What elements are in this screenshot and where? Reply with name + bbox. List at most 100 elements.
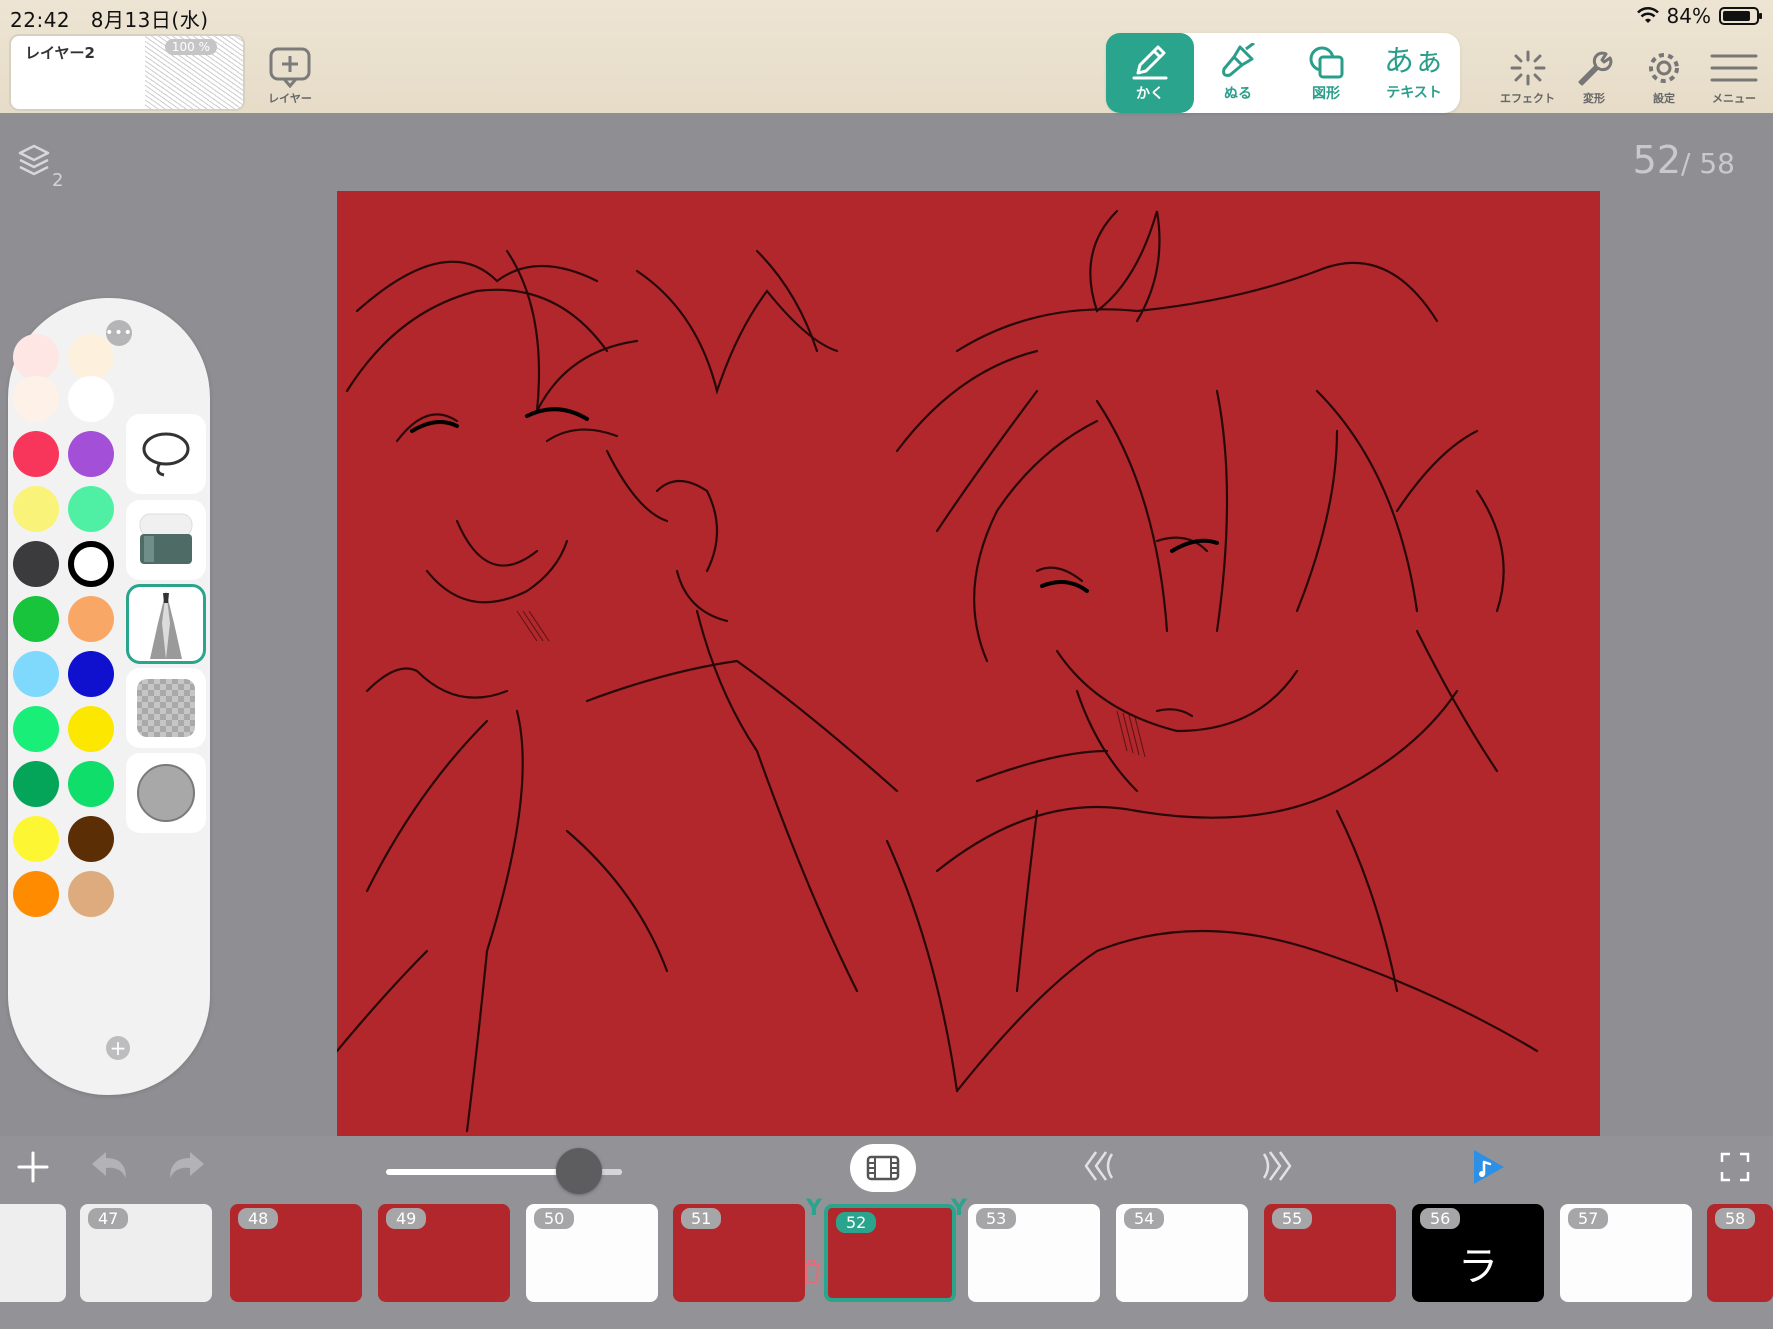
frame-number: 51 xyxy=(681,1208,722,1229)
play-button[interactable] xyxy=(1470,1148,1506,1186)
gear-icon xyxy=(1649,53,1679,83)
color-swatch[interactable] xyxy=(68,871,114,917)
sketch-artwork xyxy=(337,209,1539,1133)
color-swatch[interactable] xyxy=(13,541,59,587)
transparent-tool[interactable] xyxy=(126,668,206,748)
frame-number: 58 xyxy=(1715,1208,1756,1229)
tab-text-label: テキスト xyxy=(1386,85,1442,101)
next-frame-button[interactable] xyxy=(1258,1150,1294,1182)
redo-icon xyxy=(170,1152,204,1178)
frame-thumbnail[interactable]: 48 xyxy=(230,1204,362,1302)
frame-thumbnail[interactable]: 51 xyxy=(673,1204,805,1302)
color-swatch[interactable] xyxy=(68,334,114,380)
tab-text[interactable]: あぁ テキスト xyxy=(1370,33,1458,113)
layer-name: レイヤー2 xyxy=(25,44,95,62)
add-layer-button[interactable]: レイヤー xyxy=(268,46,312,106)
undo-icon xyxy=(92,1152,126,1178)
eraser-tool[interactable] xyxy=(126,500,206,580)
frame-glyph: ラ xyxy=(1458,1244,1498,1290)
color-swatch[interactable] xyxy=(13,596,59,642)
lasso-tool[interactable] xyxy=(126,414,206,494)
color-swatch[interactable] xyxy=(13,706,59,752)
color-swatch[interactable] xyxy=(68,486,114,532)
prev-frame-button[interactable] xyxy=(1082,1150,1118,1182)
fullscreen-button[interactable] xyxy=(1720,1152,1750,1182)
frame-thumbnail[interactable]: 53 xyxy=(968,1204,1100,1302)
tab-fill[interactable]: ぬる xyxy=(1194,33,1282,113)
page-counter: 52/ 58 xyxy=(1633,138,1735,182)
brush-size-tool[interactable] xyxy=(126,753,206,833)
frame-thumbnail[interactable]: 55 xyxy=(1264,1204,1396,1302)
transparency-icon xyxy=(137,679,195,737)
frame-number: 56 xyxy=(1420,1208,1461,1229)
color-swatch[interactable] xyxy=(13,334,59,380)
color-swatch[interactable] xyxy=(68,596,114,642)
color-swatch[interactable] xyxy=(68,651,114,697)
wrench-icon xyxy=(1578,51,1613,86)
current-layer-thumbnail[interactable]: レイヤー2 100 % xyxy=(9,34,245,111)
color-swatch[interactable] xyxy=(13,486,59,532)
layers-indicator[interactable]: 2 xyxy=(18,144,63,191)
add-frame-button[interactable] xyxy=(16,1150,50,1184)
frame-thumbnail[interactable]: 50 xyxy=(526,1204,658,1302)
frame-thumbnail[interactable]: 54 xyxy=(1116,1204,1248,1302)
color-swatch[interactable] xyxy=(68,431,114,477)
frame-filmstrip: 47 48 49 50 51 52 53 54 55 56 ラ 57 58 xyxy=(0,1204,1773,1304)
effect-button[interactable]: エフェクト xyxy=(1500,48,1555,106)
frame-number: 57 xyxy=(1568,1208,1609,1229)
frame-thumbnail[interactable]: 47 xyxy=(80,1204,212,1302)
tab-shape[interactable]: 図形 xyxy=(1282,33,1370,113)
color-swatch[interactable] xyxy=(68,816,114,862)
color-swatch-selected[interactable] xyxy=(68,541,114,587)
tab-draw-label: かく xyxy=(1136,86,1164,102)
tab-draw[interactable]: かく xyxy=(1106,33,1194,113)
tab-fill-label: ぬる xyxy=(1224,86,1252,102)
frame-thumbnail[interactable]: 58 xyxy=(1707,1204,1773,1302)
color-swatch[interactable] xyxy=(13,871,59,917)
zoom-slider-knob[interactable] xyxy=(556,1148,602,1194)
frame-thumbnail[interactable]: 56 ラ xyxy=(1412,1204,1544,1302)
color-swatch[interactable] xyxy=(68,706,114,752)
menu-button[interactable]: メニュー xyxy=(1710,50,1758,106)
film-view-button[interactable] xyxy=(850,1144,916,1192)
add-color-button[interactable]: + xyxy=(106,1036,130,1060)
battery-fill xyxy=(1723,11,1750,21)
settings-label: 設定 xyxy=(1653,92,1675,105)
brush-icon xyxy=(1222,43,1255,77)
effect-label: エフェクト xyxy=(1500,92,1555,105)
add-layer-icon xyxy=(269,47,311,88)
plus-icon xyxy=(17,1151,49,1183)
status-time: 22:42 8月13日(水) xyxy=(10,4,209,33)
undo-button[interactable] xyxy=(90,1148,130,1184)
frame-thumbnail[interactable]: 57 xyxy=(1560,1204,1692,1302)
frame-thumbnail[interactable] xyxy=(0,1204,66,1302)
top-bar: 22:42 8月13日(水) 84% レイヤー2 100 % レイヤー かく ぬ… xyxy=(0,0,1773,113)
color-swatch[interactable] xyxy=(13,816,59,862)
frame-number: 48 xyxy=(238,1208,279,1229)
palette-more-button[interactable]: ••• xyxy=(105,320,132,346)
transform-label: 変形 xyxy=(1583,92,1605,105)
frame-number: 53 xyxy=(976,1208,1017,1229)
redo-button[interactable] xyxy=(166,1148,206,1184)
settings-button[interactable]: 設定 xyxy=(1644,48,1684,106)
frame-thumbnail[interactable]: 49 xyxy=(378,1204,510,1302)
color-swatch[interactable] xyxy=(68,376,114,422)
layer-count: 2 xyxy=(52,170,64,191)
total-pages: / 58 xyxy=(1681,147,1735,180)
drawing-canvas[interactable] xyxy=(337,191,1600,1136)
color-swatch[interactable] xyxy=(13,761,59,807)
pen-tool[interactable] xyxy=(126,584,206,664)
clock-date: 8月13日(水) xyxy=(90,8,209,32)
pencil-icon xyxy=(1132,45,1168,80)
color-swatch[interactable] xyxy=(13,376,59,422)
color-swatch[interactable] xyxy=(13,651,59,697)
current-page: 52 xyxy=(1632,138,1682,182)
play-music-icon xyxy=(1474,1150,1504,1184)
layer-opacity-badge: 100 % xyxy=(164,39,217,55)
frame-thumbnail-active[interactable]: 52 xyxy=(824,1204,956,1302)
transform-button[interactable]: 変形 xyxy=(1574,48,1614,106)
frame-number: 50 xyxy=(534,1208,575,1229)
color-palette: ••• + xyxy=(8,298,210,1095)
color-swatch[interactable] xyxy=(13,431,59,477)
color-swatch[interactable] xyxy=(68,761,114,807)
